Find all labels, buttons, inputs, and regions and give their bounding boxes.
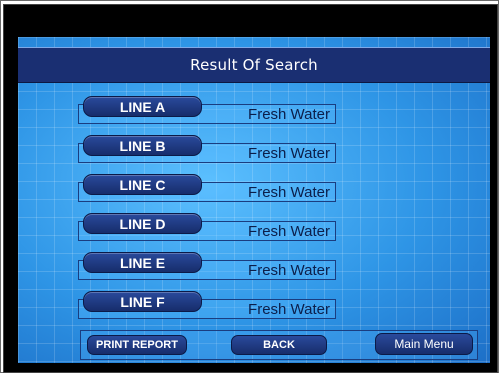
line-e-value: Fresh Water xyxy=(248,262,330,279)
page-title: Result Of Search xyxy=(190,56,318,74)
line-b-value: Fresh Water xyxy=(248,145,330,162)
print-report-button[interactable]: PRINT REPORT xyxy=(87,335,187,355)
bottom-nav-bar: PRINT REPORT BACK Main Menu xyxy=(80,330,478,360)
back-button[interactable]: BACK xyxy=(231,335,327,355)
main-menu-button[interactable]: Main Menu xyxy=(375,333,473,355)
line-c-value: Fresh Water xyxy=(248,184,330,201)
line-e-label: LINE E xyxy=(119,254,166,271)
line-a-label: LINE A xyxy=(119,98,166,115)
line-d-value: Fresh Water xyxy=(248,223,330,240)
line-row-b: Fresh Water LINE B xyxy=(18,135,490,171)
line-e-button[interactable]: LINE E xyxy=(83,252,202,273)
line-f-label: LINE F xyxy=(120,293,165,310)
line-b-button[interactable]: LINE B xyxy=(83,135,202,156)
line-d-label: LINE D xyxy=(119,215,166,232)
hmi-screen: Result Of Search Fresh Water LINE A Fres… xyxy=(18,37,490,363)
line-row-f: Fresh Water LINE F xyxy=(18,291,490,327)
line-row-c: Fresh Water LINE C xyxy=(18,174,490,210)
line-c-button[interactable]: LINE C xyxy=(83,174,202,195)
title-bar: Result Of Search xyxy=(18,47,490,83)
line-row-d: Fresh Water LINE D xyxy=(18,213,490,249)
line-a-button[interactable]: LINE A xyxy=(83,96,202,117)
line-row-a: Fresh Water LINE A xyxy=(18,96,490,132)
line-a-value: Fresh Water xyxy=(248,106,330,123)
line-c-label: LINE C xyxy=(119,176,166,193)
line-d-button[interactable]: LINE D xyxy=(83,213,202,234)
line-f-button[interactable]: LINE F xyxy=(83,291,202,312)
line-row-e: Fresh Water LINE E xyxy=(18,252,490,288)
line-f-value: Fresh Water xyxy=(248,301,330,318)
line-b-label: LINE B xyxy=(119,137,166,154)
